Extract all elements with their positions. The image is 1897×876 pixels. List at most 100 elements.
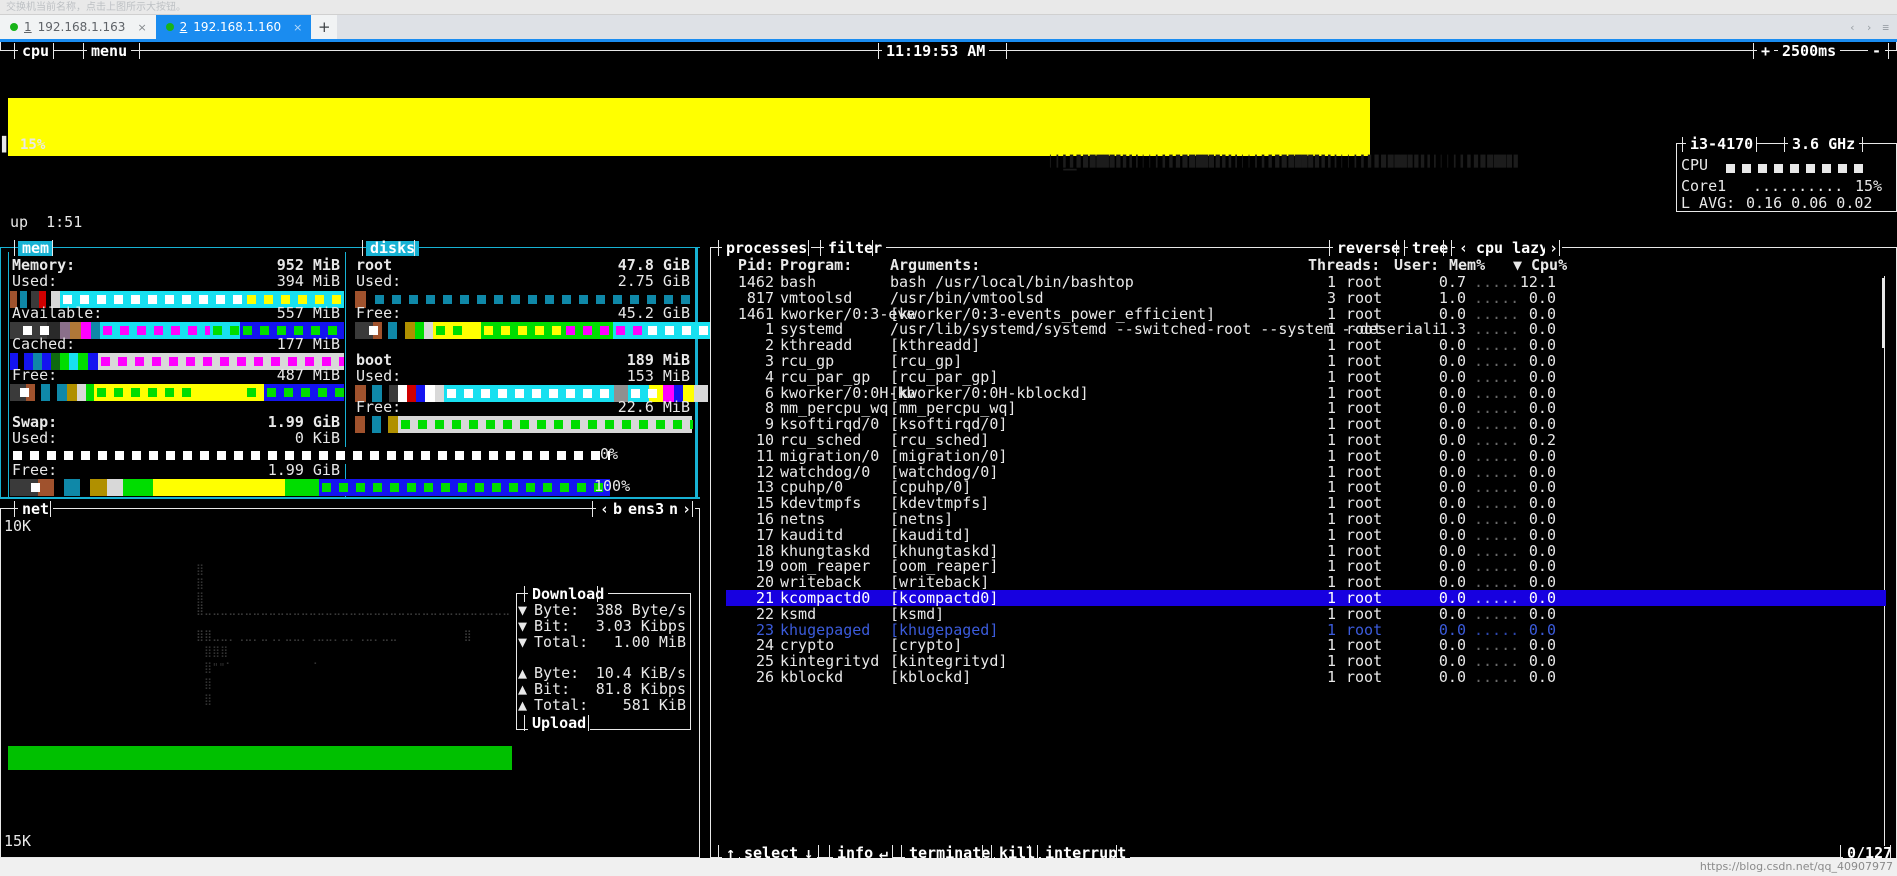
table-row[interactable]: 18 khungtaskd [khungtaskd] 1 root 0.0..... 0.0 xyxy=(726,543,1886,559)
table-row[interactable]: 13 cpuhp/0 [cpuhp/0] 1 root 0.0..... 0.0 xyxy=(726,479,1886,495)
meter-cell xyxy=(61,447,78,464)
proc-header-cpu[interactable]: Cpu% xyxy=(1531,258,1567,273)
table-row[interactable]: 4 rcu_par_gp [rcu_par_gp] 1 root 0.0..... 0.0 xyxy=(726,369,1886,385)
sort-field-label[interactable]: cpu lazy xyxy=(1472,241,1553,256)
proc-threads: 1 xyxy=(1326,415,1336,434)
browser-tab-2[interactable]: 2 192.168.1.160 × xyxy=(155,15,312,39)
meter-cell xyxy=(98,353,115,370)
menu-button[interactable]: menu xyxy=(87,44,132,59)
table-row[interactable]: 26 kblockd [kblockd] 1 root 0.0..... 0.0 xyxy=(726,669,1886,685)
table-row[interactable]: 20 writeback [writeback] 1 root 0.0..... 0.0 xyxy=(726,574,1886,590)
cpu-menu-label[interactable]: cpu xyxy=(18,44,54,59)
table-row[interactable]: 16 netns [netns] 1 root 0.0..... 0.0 xyxy=(726,511,1886,527)
table-row[interactable]: 19 oom_reaper [oom_reaper] 1 root 0.0..... 0.0 xyxy=(726,558,1886,574)
table-row[interactable]: 21 kcompactd0 [kcompactd0] 1 root 0.0..... 0.0 xyxy=(726,590,1886,606)
chevron-left-icon[interactable]: ‹ xyxy=(1849,21,1856,34)
new-tab-button[interactable]: + xyxy=(311,15,338,39)
meter-cell xyxy=(401,447,418,464)
table-row[interactable]: 25 kintegrityd [kintegrityd] 1 root 0.0..... 0… xyxy=(726,653,1886,669)
table-row[interactable]: 15 kdevtmpfs [kdevtmpfs] 1 root 0.0..... 0.0 xyxy=(726,495,1886,511)
table-row[interactable]: 2 kthreadd [kthreadd] 1 root 0.0..... 0.0 xyxy=(726,337,1886,353)
net-graph-noise-c: ⣿ xyxy=(196,591,205,604)
table-row[interactable]: 8 mm_percpu_wq [mm_percpu_wq] 1 root 0.0.....… xyxy=(726,400,1886,416)
proc-mem: 0.7 xyxy=(1438,273,1466,291)
table-row[interactable]: 817 vmtoolsd/usr/bin/vmtoolsd 3 root 1.0....… xyxy=(726,290,1886,306)
proc-header-threads[interactable]: Threads: xyxy=(1308,258,1380,273)
table-row[interactable]: 1 systemd/usr/lib/systemd/systemd --switc… xyxy=(726,321,1886,337)
table-row[interactable]: 11 migration/0 [migration/0] 1 root 0.0..... 0… xyxy=(726,448,1886,464)
mem-row-3-value: 177 MiB xyxy=(276,335,340,353)
upload-bit-label: Bit: xyxy=(534,680,571,698)
meter-cell xyxy=(585,416,602,433)
chevron-right-icon[interactable]: › xyxy=(1866,21,1873,34)
download-total-arrow-icon: ▼ xyxy=(518,633,528,651)
top-frame-left xyxy=(0,42,1,51)
interval-right-divider xyxy=(1888,43,1889,59)
proc-pid: 16 xyxy=(755,510,774,528)
proc-header-program[interactable]: Program: xyxy=(780,258,852,273)
cpu-usage-graph-lower xyxy=(8,139,1370,156)
proc-mem: 1.3 xyxy=(1438,320,1466,339)
meter-cell xyxy=(301,479,319,496)
meter-cell xyxy=(424,322,433,339)
meter-cell xyxy=(213,291,230,308)
proc-cpu: 0.0 xyxy=(1528,367,1556,386)
proc-threads: 1 xyxy=(1326,446,1336,465)
proc-threads: 1 xyxy=(1326,352,1336,370)
meter-cell xyxy=(132,353,149,370)
disks-panel-title[interactable]: disks xyxy=(366,241,420,256)
proc-threads: 1 xyxy=(1326,367,1336,386)
proc-header-pid[interactable]: Pid: xyxy=(726,258,774,273)
tree-button[interactable]: tree xyxy=(1408,241,1453,256)
table-row[interactable]: 1461 kworker/0:3-eve [kworker/0:3-events_p… xyxy=(726,306,1886,322)
meter-cell xyxy=(694,385,708,402)
processes-panel-title[interactable]: processes xyxy=(722,241,812,256)
disk-root-free-value: 45.2 GiB xyxy=(617,304,690,322)
tab-close-icon[interactable]: × xyxy=(131,21,146,34)
tab-number: 2 xyxy=(179,20,188,34)
table-row[interactable]: 1462 bash bash /usr/local/bin/bashtop 1 root… xyxy=(726,274,1886,290)
menu-icon[interactable]: ≡ xyxy=(1882,21,1889,34)
download-bit-value: 3.03 Kibps xyxy=(595,617,686,635)
table-row[interactable]: 17 kauditd [kauditd] 1 root 0.0..... 0.0 xyxy=(726,527,1886,543)
table-row[interactable]: 10 rcu_sched [rcu_sched] 1 root 0.0..... 0.2 xyxy=(726,432,1886,448)
proc-mem: 1.0 xyxy=(1438,288,1466,307)
net-graph-noise-a: ⣿ xyxy=(196,563,205,576)
proc-header-mem[interactable]: Mem% xyxy=(1449,258,1485,273)
meter-cell xyxy=(342,322,344,339)
proc-header-user[interactable]: User: xyxy=(1394,258,1439,273)
proc-pid: 19 xyxy=(755,557,774,576)
reverse-button[interactable]: reverse xyxy=(1333,241,1405,256)
meter-cell xyxy=(425,385,435,402)
disk-boot-total: 189 MiB xyxy=(626,351,690,369)
meter-cell xyxy=(353,479,370,496)
proc-user: root xyxy=(1346,620,1383,639)
table-row[interactable]: 23 khugepaged [khugepaged] 1 root 0.0..... 0.0 xyxy=(726,622,1886,638)
meter-cell xyxy=(687,416,693,433)
interval-increase-button[interactable]: + xyxy=(1757,44,1775,59)
proc-header-arguments[interactable]: Arguments: xyxy=(890,258,980,273)
meter-cell xyxy=(197,447,214,464)
download-total-label: Total: xyxy=(534,633,589,651)
table-row[interactable]: 22 ksmd [ksmd] 1 root 0.0..... 0.0 xyxy=(726,606,1886,622)
table-row[interactable]: 12 watchdog/0 [watchdog/0] 1 root 0.0..... 0.0 xyxy=(726,464,1886,480)
meter-cell xyxy=(298,384,315,401)
table-row[interactable]: 24 crypto [crypto] 1 root 0.0..... 0.0 xyxy=(726,637,1886,653)
filter-button[interactable]: filter xyxy=(824,241,887,256)
proc-mem: 0.0 xyxy=(1438,541,1466,560)
table-row[interactable]: 3 rcu_gp [rcu_gp] 1 root 0.0..... 0.0 xyxy=(726,353,1886,369)
table-row[interactable]: 9 ksoftirqd/0 [ksoftirqd/0] 1 root 0.0..... 0.… xyxy=(726,416,1886,432)
mem-panel-title[interactable]: mem xyxy=(18,241,54,256)
proc-cpu: 0.0 xyxy=(1528,415,1556,434)
browser-tab-1[interactable]: 1 192.168.1.163 × xyxy=(0,15,156,39)
meter-cell xyxy=(355,322,366,339)
net-panel-title[interactable]: net xyxy=(18,502,54,517)
tab-close-icon[interactable]: × xyxy=(287,21,302,34)
sort-prev-button[interactable]: ‹ xyxy=(1455,241,1473,256)
meter-cell xyxy=(10,384,17,401)
table-row[interactable]: 6 kworker/0:0H-kb [kworker/0:0H-kblockd] 1 r… xyxy=(726,385,1886,401)
disk-boot-name: boot xyxy=(356,351,393,369)
interval-decrease-button[interactable]: - xyxy=(1868,44,1886,59)
upload-tag-left-divider xyxy=(524,715,525,731)
meter-cell xyxy=(506,479,523,496)
